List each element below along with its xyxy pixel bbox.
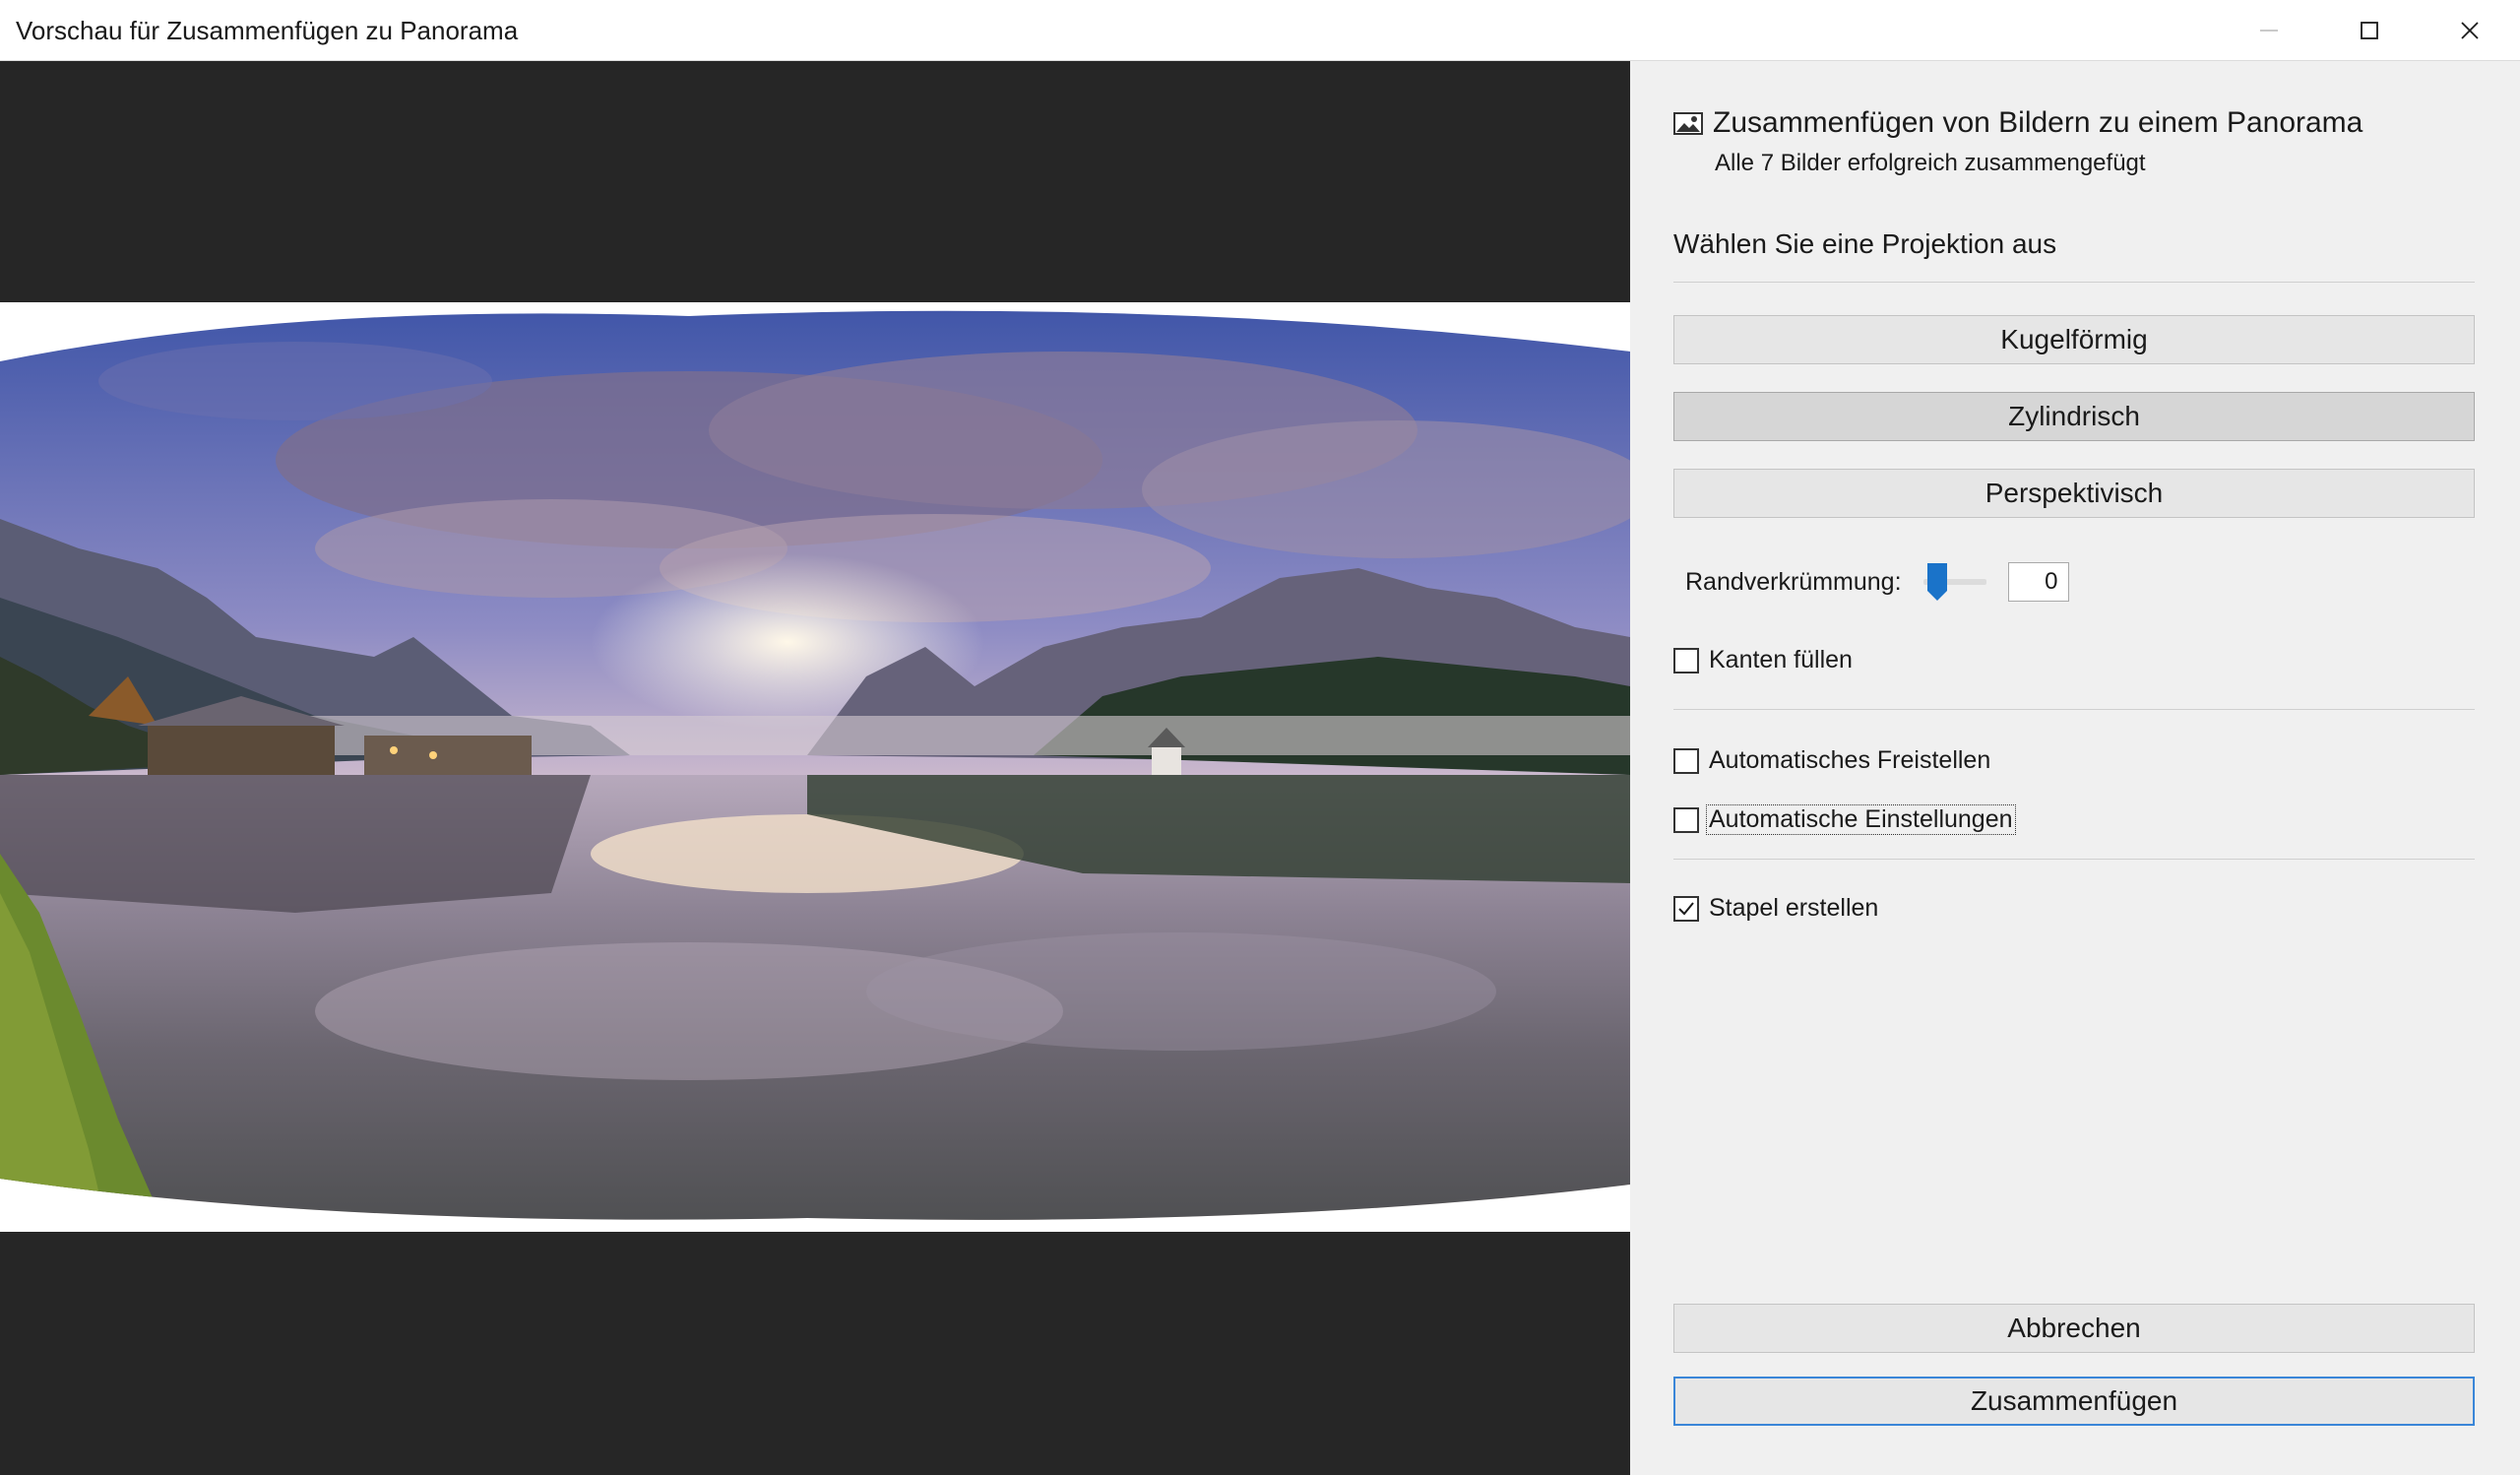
divider xyxy=(1673,709,2475,710)
minimize-icon xyxy=(2260,30,2278,32)
slider-thumb[interactable] xyxy=(1926,563,1947,601)
checkmark-icon xyxy=(1678,901,1694,915)
panel-header: Zusammenfügen von Bildern zu einem Panor… xyxy=(1673,106,2481,177)
fill-edges-checkbox-row[interactable]: Kanten füllen xyxy=(1673,646,1855,674)
projection-section-label: Wählen Sie eine Projektion aus xyxy=(1673,228,2057,259)
create-stack-label[interactable]: Stapel erstellen xyxy=(1707,894,1880,923)
panorama-landscape-illustration xyxy=(0,310,1630,1220)
maximize-icon xyxy=(2361,22,2378,39)
title-bar: Vorschau für Zusammenfügen zu Panorama xyxy=(0,0,2520,61)
boundary-warp-slider[interactable] xyxy=(1922,557,1986,607)
projection-cylindrical-button[interactable]: Zylindrisch xyxy=(1673,392,2475,441)
divider xyxy=(1673,859,2475,860)
create-stack-checkbox-row[interactable]: Stapel erstellen xyxy=(1673,894,1880,923)
merge-button[interactable]: Zusammenfügen xyxy=(1673,1377,2475,1426)
auto-crop-label[interactable]: Automatisches Freistellen xyxy=(1707,746,1992,775)
panorama-preview-image xyxy=(0,302,1630,1232)
auto-crop-checkbox-row[interactable]: Automatisches Freistellen xyxy=(1673,746,1992,775)
merge-status-text: Alle 7 Bilder erfolgreich zusammengefügt xyxy=(1715,150,2146,176)
fill-edges-checkbox[interactable] xyxy=(1673,647,1699,673)
close-button[interactable] xyxy=(2420,0,2520,61)
auto-crop-checkbox[interactable] xyxy=(1673,747,1699,774)
window-title: Vorschau für Zusammenfügen zu Panorama xyxy=(16,16,519,45)
cancel-button[interactable]: Abbrechen xyxy=(1673,1304,2475,1353)
auto-settings-checkbox-row[interactable]: Automatische Einstellungen xyxy=(1673,804,2016,835)
fill-edges-label[interactable]: Kanten füllen xyxy=(1707,646,1855,674)
maximize-button[interactable] xyxy=(2319,0,2420,61)
boundary-warp-label: Randverkrümmung: xyxy=(1685,567,1902,596)
panel-title: Zusammenfügen von Bildern zu einem Panor… xyxy=(1713,106,2363,139)
boundary-warp-row: Randverkrümmung: 0 xyxy=(1685,557,2069,607)
auto-settings-checkbox[interactable] xyxy=(1673,806,1699,833)
divider xyxy=(1673,282,2475,283)
projection-perspective-button[interactable]: Perspektivisch xyxy=(1673,469,2475,518)
settings-panel: Zusammenfügen von Bildern zu einem Panor… xyxy=(1630,61,2520,1475)
boundary-warp-value-input[interactable]: 0 xyxy=(2007,562,2069,602)
create-stack-checkbox[interactable] xyxy=(1673,895,1699,922)
minimize-button[interactable] xyxy=(2219,0,2319,61)
panorama-icon xyxy=(1673,112,1703,135)
auto-settings-label[interactable]: Automatische Einstellungen xyxy=(1706,804,2016,835)
close-icon xyxy=(2461,22,2479,39)
panorama-preview-area xyxy=(0,61,1630,1475)
projection-spherical-button[interactable]: Kugelförmig xyxy=(1673,315,2475,364)
